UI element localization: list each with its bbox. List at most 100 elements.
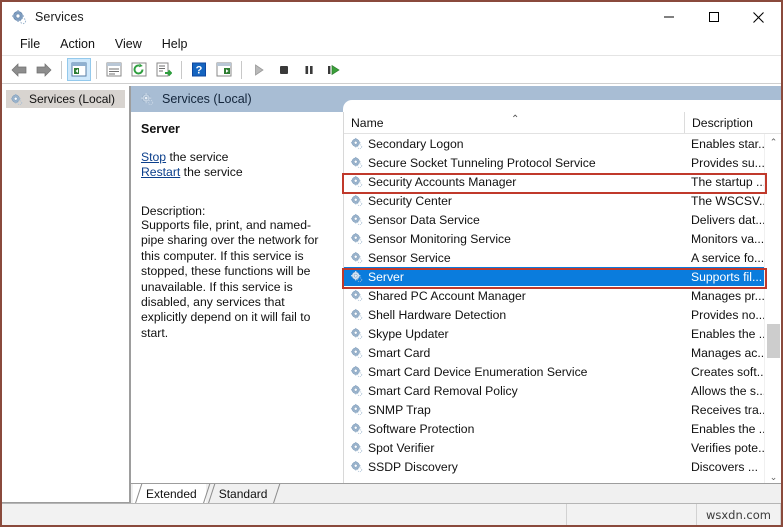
cell-service-description: Creates soft... bbox=[691, 364, 767, 379]
table-row[interactable]: Skype Updater Enables the ... bbox=[344, 324, 781, 343]
column-header-name[interactable]: Name ⌃ bbox=[344, 112, 684, 133]
service-name-label: Server bbox=[368, 269, 404, 284]
menu-help[interactable]: Help bbox=[152, 35, 198, 53]
restart-service-action[interactable]: Restart the service bbox=[141, 165, 331, 180]
tab-standard[interactable]: Standard bbox=[206, 484, 277, 503]
tab-edge-right bbox=[271, 484, 281, 503]
toolbar: ? bbox=[2, 56, 781, 84]
tab-standard-label: Standard bbox=[218, 486, 268, 501]
service-name-label: Shell Hardware Detection bbox=[368, 307, 507, 322]
table-row[interactable]: Shell Hardware Detection Provides no... bbox=[344, 305, 781, 324]
table-row[interactable]: SSDP Discovery Discovers ... bbox=[344, 457, 781, 476]
service-gear-icon bbox=[350, 346, 363, 359]
start-service-icon[interactable] bbox=[247, 58, 271, 81]
table-row[interactable]: Software Protection Enables the ... bbox=[344, 419, 781, 438]
cell-service-name: Software Protection bbox=[344, 422, 684, 436]
status-bar: wsxdn.com bbox=[2, 503, 781, 525]
service-gear-icon bbox=[350, 251, 363, 264]
toolbar-separator bbox=[61, 60, 62, 79]
restart-service-icon[interactable] bbox=[322, 58, 346, 81]
pane-header-title: Services (Local) bbox=[162, 92, 252, 106]
menu-file[interactable]: File bbox=[10, 35, 50, 53]
service-name-label: Spot Verifier bbox=[368, 440, 435, 455]
cell-service-description: Enables the ... bbox=[691, 421, 769, 436]
table-row[interactable]: Sensor Monitoring Service Monitors va... bbox=[344, 229, 781, 248]
cell-service-description: Manages pr... bbox=[691, 288, 765, 303]
properties-icon[interactable] bbox=[102, 58, 126, 81]
menu-view[interactable]: View bbox=[105, 35, 152, 53]
service-gear-icon bbox=[350, 270, 363, 283]
table-row[interactable]: Security Accounts Manager The startup ... bbox=[344, 172, 781, 191]
cell-service-description: Receives tra... bbox=[691, 402, 769, 417]
service-name-label: Sensor Data Service bbox=[368, 212, 480, 227]
cell-service-name: Shared PC Account Manager bbox=[344, 289, 684, 303]
column-header-description-label: Description bbox=[692, 115, 753, 130]
service-name-label: Secondary Logon bbox=[368, 136, 464, 151]
cell-service-name: Sensor Monitoring Service bbox=[344, 232, 684, 246]
service-gear-icon bbox=[350, 365, 363, 378]
vertical-scrollbar[interactable]: ⌃ ⌄ bbox=[764, 134, 781, 486]
table-row[interactable]: Secure Socket Tunneling Protocol Service… bbox=[344, 153, 781, 172]
restart-service-link[interactable]: Restart bbox=[141, 165, 180, 179]
column-header-description[interactable]: Description bbox=[684, 112, 770, 133]
cell-service-name: Sensor Service bbox=[344, 251, 684, 265]
cell-service-description: The startup ... bbox=[691, 174, 767, 189]
forward-icon[interactable] bbox=[32, 58, 56, 81]
maximize-button[interactable] bbox=[691, 2, 736, 32]
tree-item-services-local[interactable]: Services (Local) bbox=[6, 90, 125, 108]
close-button[interactable] bbox=[736, 2, 781, 32]
cell-service-name: Server bbox=[344, 270, 684, 284]
cell-service-description: Provides no... bbox=[691, 307, 766, 322]
service-name-label: Secure Socket Tunneling Protocol Service bbox=[368, 155, 596, 170]
cell-service-description: Provides su... bbox=[691, 155, 765, 170]
table-row[interactable]: Smart Card Device Enumeration Service Cre… bbox=[344, 362, 781, 381]
table-row[interactable]: Sensor Service A service fo... bbox=[344, 248, 781, 267]
minimize-button[interactable] bbox=[646, 2, 691, 32]
results-pane: Services (Local) Server Stop the service… bbox=[130, 86, 781, 503]
tab-extended[interactable]: Extended bbox=[133, 484, 206, 503]
show-action-pane-icon[interactable] bbox=[212, 58, 236, 81]
services-gear-icon bbox=[11, 9, 27, 25]
service-gear-icon bbox=[350, 156, 363, 169]
menu-action[interactable]: Action bbox=[50, 35, 105, 53]
table-row[interactable]: Spot Verifier Verifies pote... bbox=[344, 438, 781, 457]
table-row[interactable]: Shared PC Account Manager Manages pr... bbox=[344, 286, 781, 305]
cell-service-name: Smart Card bbox=[344, 346, 684, 360]
description-heading: Description: bbox=[141, 204, 206, 218]
pause-service-icon[interactable] bbox=[297, 58, 321, 81]
selected-service-name: Server bbox=[141, 122, 180, 136]
table-row[interactable]: Sensor Data Service Delivers dat... bbox=[344, 210, 781, 229]
help-icon[interactable]: ? bbox=[187, 58, 211, 81]
table-row[interactable]: SNMP Trap Receives tra... bbox=[344, 400, 781, 419]
service-gear-icon bbox=[350, 194, 363, 207]
vertical-scroll-thumb[interactable] bbox=[767, 324, 780, 358]
cell-service-description: Delivers dat... bbox=[691, 212, 766, 227]
back-icon[interactable] bbox=[7, 58, 31, 81]
window-controls bbox=[646, 2, 781, 32]
service-name-label: Security Center bbox=[368, 193, 452, 208]
service-gear-icon bbox=[350, 384, 363, 397]
cell-service-description: Allows the s... bbox=[691, 383, 767, 398]
cell-service-name: Skype Updater bbox=[344, 327, 684, 341]
table-row[interactable]: Server Supports fil... bbox=[344, 267, 781, 286]
stop-service-link[interactable]: Stop bbox=[141, 150, 166, 164]
refresh-icon[interactable] bbox=[127, 58, 151, 81]
table-row[interactable]: Smart Card Removal Policy Allows the s... bbox=[344, 381, 781, 400]
stop-service-suffix: the service bbox=[166, 150, 229, 164]
scroll-up-button[interactable]: ⌃ bbox=[765, 134, 781, 151]
stop-service-icon[interactable] bbox=[272, 58, 296, 81]
tree-item-label: Services (Local) bbox=[29, 92, 116, 106]
show-hide-tree-icon[interactable] bbox=[67, 58, 91, 81]
toolbar-separator bbox=[241, 60, 242, 79]
content-area: Services (Local) Services (Local) Server… bbox=[2, 86, 781, 503]
service-name-label: Skype Updater bbox=[368, 326, 449, 341]
table-row[interactable]: Smart Card Manages ac... bbox=[344, 343, 781, 362]
export-list-icon[interactable] bbox=[152, 58, 176, 81]
table-row[interactable]: Security Center The WSCSV... bbox=[344, 191, 781, 210]
cell-service-name: Shell Hardware Detection bbox=[344, 308, 684, 322]
list-rows-container: Secondary Logon Enables star... Secure Soc… bbox=[344, 134, 781, 486]
service-name-label: Sensor Monitoring Service bbox=[368, 231, 511, 246]
toolbar-separator bbox=[96, 60, 97, 79]
table-row[interactable]: Secondary Logon Enables star... bbox=[344, 134, 781, 153]
stop-service-action[interactable]: Stop the service bbox=[141, 150, 331, 165]
